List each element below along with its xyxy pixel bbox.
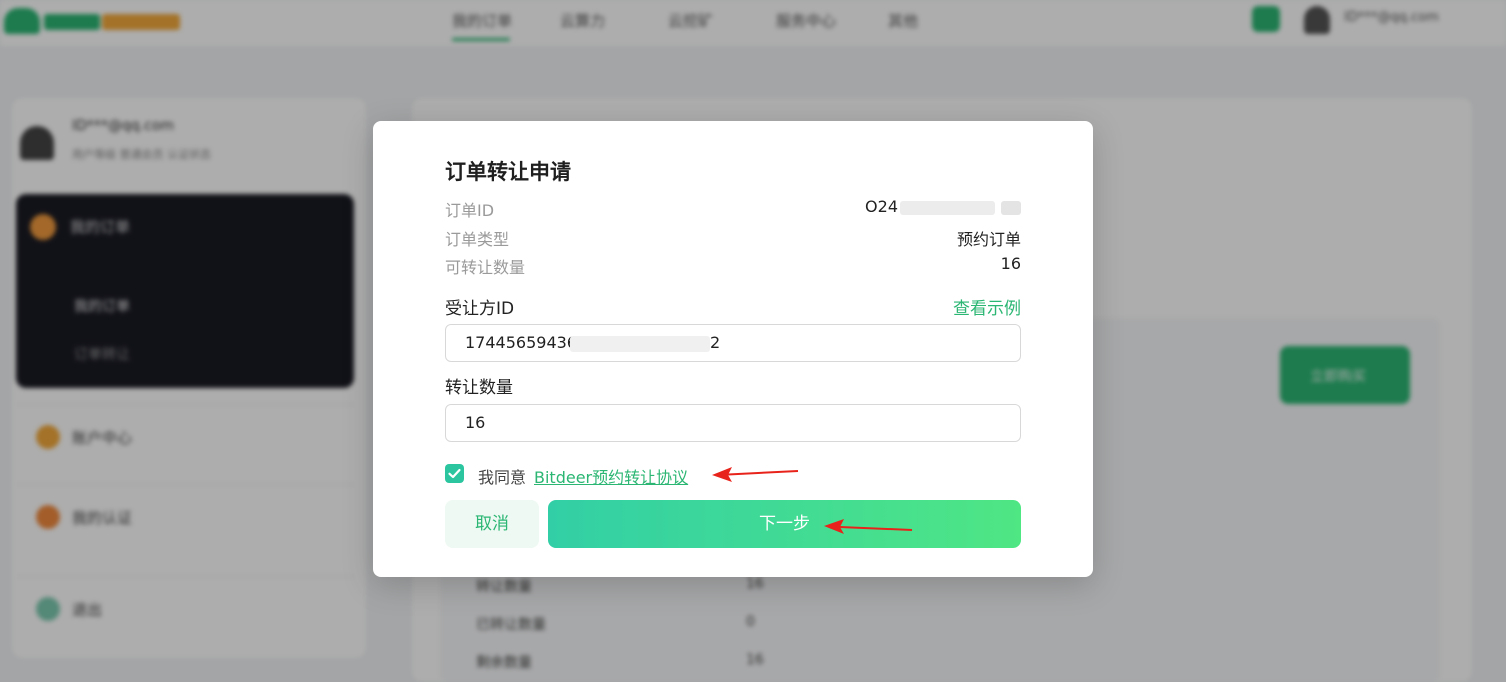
recipient-id-input[interactable]: 174456594363 2 <box>445 324 1021 362</box>
cancel-button[interactable]: 取消 <box>445 500 539 548</box>
recipient-id-value: 174456594363 <box>465 333 588 352</box>
info-value: O24 <box>865 197 1021 216</box>
order-id-value: O24 <box>865 197 898 216</box>
redaction-mask <box>1001 200 1021 215</box>
info-label: 可转让数量 <box>445 258 526 277</box>
info-row-order-id: 订单ID O24 <box>445 197 1021 220</box>
quantity-value: 16 <box>465 413 486 432</box>
recipient-id-tail: 2 <box>710 333 721 352</box>
view-example-link[interactable]: 查看示例 <box>953 294 1021 319</box>
agree-text: 我同意 <box>478 468 527 487</box>
quantity-label: 转让数量 <box>445 378 513 398</box>
quantity-input[interactable]: 16 <box>445 404 1021 442</box>
redaction-mask <box>570 336 710 352</box>
transfer-request-dialog: 订单转让申请 订单ID O24 订单类型 预约订单 可转让数量 16 受让方ID… <box>373 121 1093 577</box>
info-value: 16 <box>1000 254 1021 273</box>
agree-checkbox[interactable] <box>445 464 464 483</box>
redaction-mask <box>900 200 995 215</box>
info-label: 订单ID <box>445 201 495 220</box>
info-row-order-type: 订单类型 预约订单 <box>445 226 1021 249</box>
recipient-id-label: 受让方ID <box>445 299 515 319</box>
info-label: 订单类型 <box>445 230 510 249</box>
dialog-title: 订单转让申请 <box>445 160 571 184</box>
check-icon <box>448 468 461 479</box>
info-row-transferable-qty: 可转让数量 16 <box>445 254 1021 277</box>
agreement-link[interactable]: Bitdeer预约转让协议 <box>534 464 688 488</box>
info-value: 预约订单 <box>956 230 1021 249</box>
next-step-button[interactable]: 下一步 <box>548 500 1021 548</box>
